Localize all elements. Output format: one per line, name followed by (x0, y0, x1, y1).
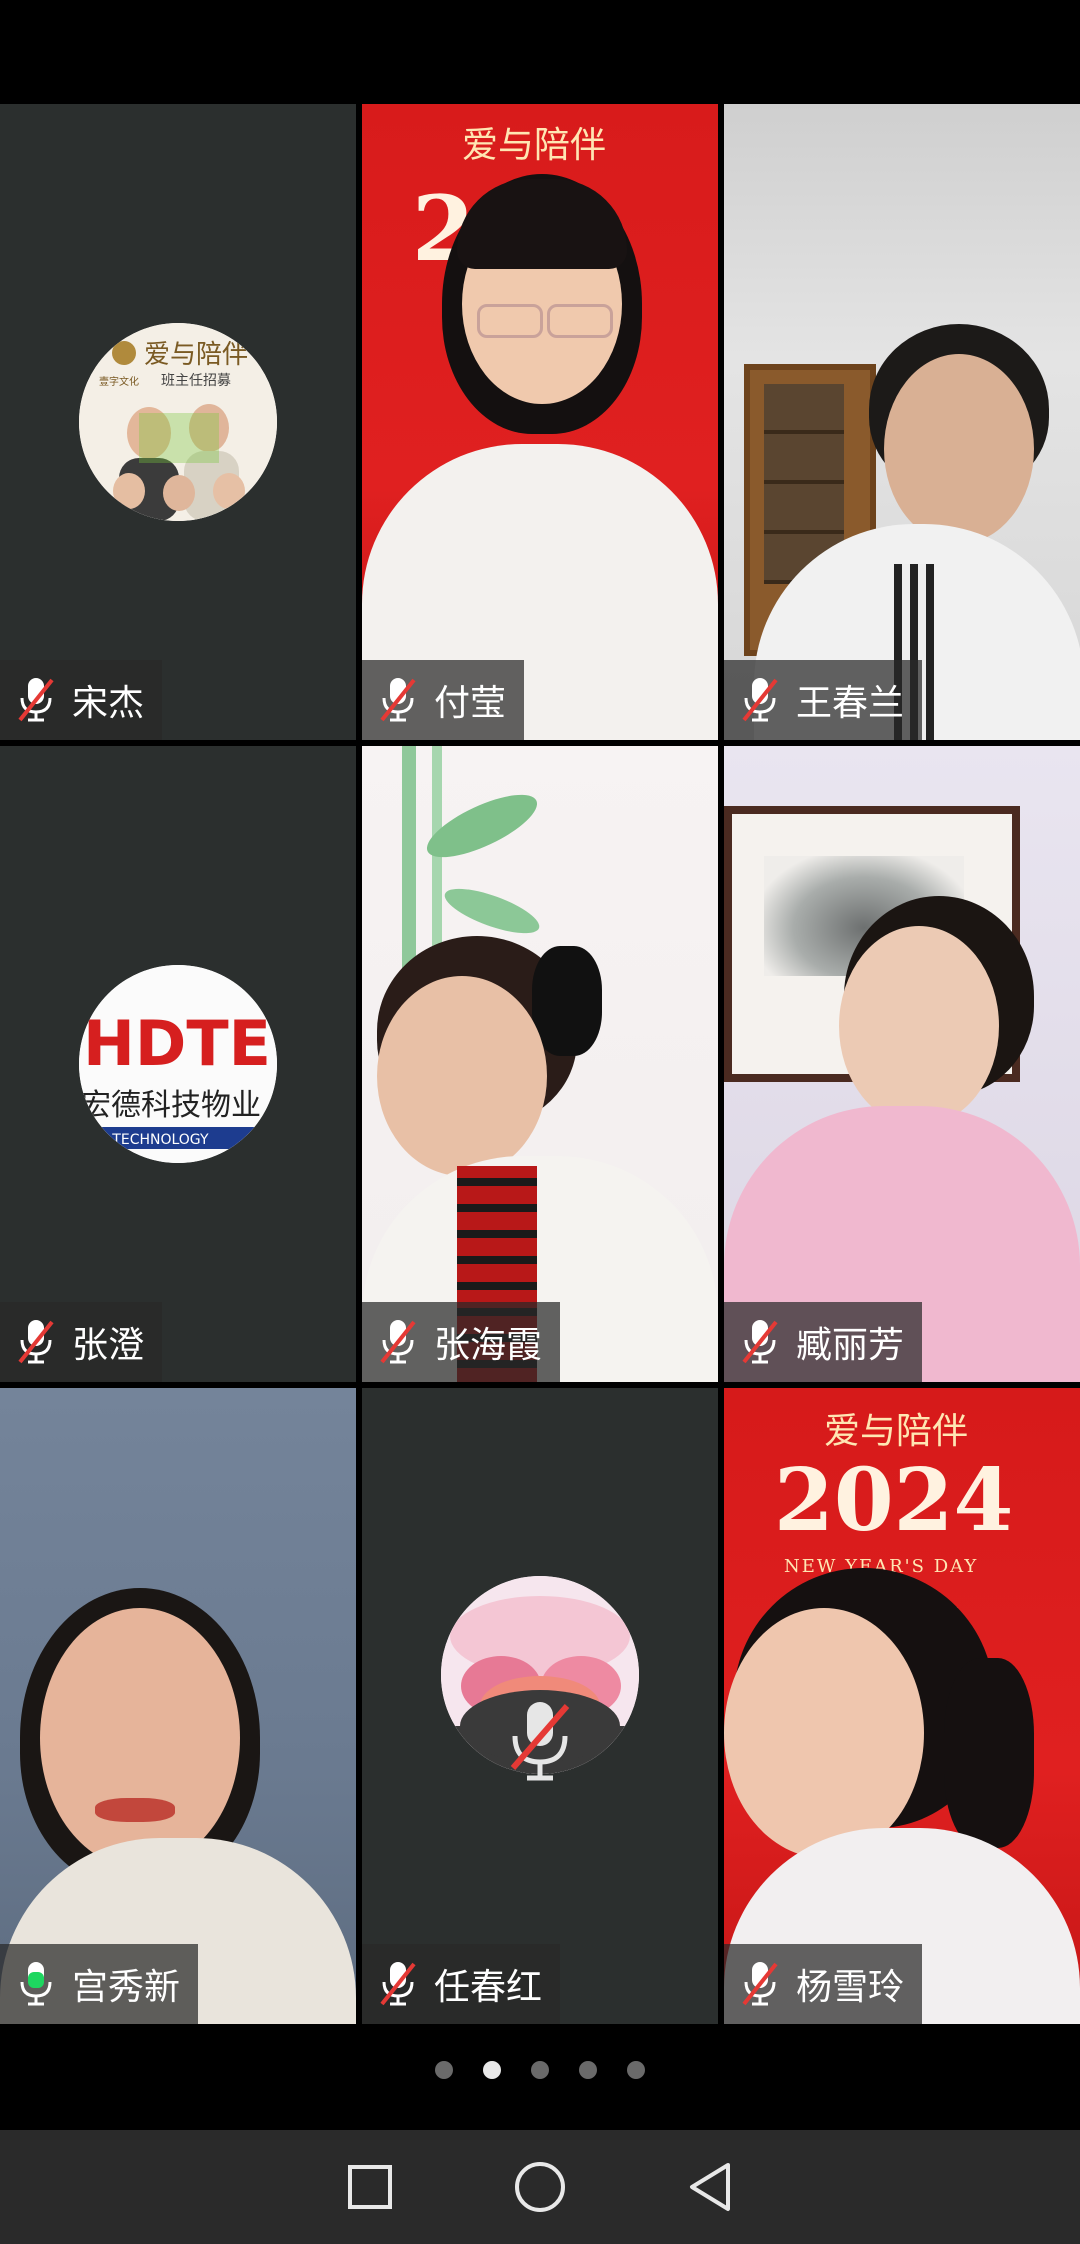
video-feed: 爱与陪伴 20 (362, 104, 718, 740)
participant-name-tag: 宋杰 (0, 660, 163, 740)
banner-title-text: 爱与陪伴 (462, 125, 607, 166)
video-feed (724, 104, 1080, 740)
video-feed (362, 746, 718, 1382)
participant-tile[interactable]: 爱与陪伴 20 付莹 (362, 104, 718, 740)
participant-name: 付莹 (434, 683, 507, 724)
video-feed: 爱与陪伴 2024 NEW YEAR'S DAY 相伴 (724, 1388, 1080, 2024)
video-feed (0, 1388, 356, 2024)
company-name-text: 宏德科技物业 (81, 1088, 261, 1123)
participant-name: 宋杰 (72, 683, 145, 724)
company-sub-text: E TECHNOLOGY (99, 1132, 209, 1148)
participant-avatar: HDTE 宏德科技物业 E TECHNOLOGY (79, 965, 277, 1163)
participant-name: 王春兰 (796, 683, 905, 724)
page-dot[interactable] (531, 2061, 549, 2079)
system-navigation-bar (0, 2130, 1080, 2244)
participant-name: 任春红 (434, 1967, 543, 2008)
participant-name-tag: 张海霞 (362, 1302, 561, 1382)
participant-tile[interactable]: 张海霞 (362, 746, 718, 1382)
mic-muted-icon (510, 1702, 570, 1781)
recent-apps-button[interactable] (340, 2157, 400, 2217)
triangle-back-icon (690, 2163, 730, 2211)
participant-name-tag: 王春兰 (724, 660, 923, 740)
mic-muted-icon (380, 678, 416, 722)
home-button[interactable] (510, 2157, 570, 2217)
avatar-title-text: 爱与陪伴 (144, 340, 248, 370)
participant-name-tag: 付莹 (362, 660, 525, 740)
participant-tile-active-speaker[interactable]: 宫秀新 (0, 1388, 356, 2024)
participant-name: 张澄 (72, 1325, 145, 1366)
participant-tile[interactable]: 臧丽芳 (724, 746, 1080, 1382)
participant-name: 宫秀新 (72, 1967, 181, 2008)
back-button[interactable] (680, 2157, 740, 2217)
mic-muted-icon (380, 1962, 416, 2006)
participant-name: 杨雪玲 (796, 1967, 905, 2008)
participant-tile[interactable]: 爱与陪伴 班主任招募 壹字文化 宋杰 (0, 104, 356, 740)
participant-tile[interactable]: 王春兰 (724, 104, 1080, 740)
banner-year-text: 2024 (774, 1450, 1014, 1551)
participant-tile[interactable]: 任春红 (362, 1388, 718, 2024)
mic-muted-icon (742, 1320, 778, 1364)
page-dot[interactable] (435, 2061, 453, 2079)
mic-muted-icon (742, 678, 778, 722)
participant-name-tag: 任春红 (362, 1944, 561, 2024)
participant-name: 臧丽芳 (796, 1325, 905, 1366)
video-grid: 爱与陪伴 班主任招募 壹字文化 宋杰 爱与陪伴 付莹 王春兰 HDTE 宏德科技… (0, 104, 1080, 2024)
participant-tile[interactable]: HDTE 宏德科技物业 E TECHNOLOGY 张澄 (0, 746, 356, 1382)
participant-name-tag: 臧丽芳 (724, 1302, 923, 1382)
avatar-brand-text: 壹字文化 (99, 375, 139, 388)
square-icon (348, 2165, 392, 2209)
participant-avatar: 爱与陪伴 班主任招募 壹字文化 (79, 323, 277, 521)
mic-muted-icon (18, 1320, 54, 1364)
mic-muted-icon (742, 1962, 778, 2006)
page-dot[interactable] (579, 2061, 597, 2079)
mic-on-icon (20, 1962, 52, 2006)
page-dot[interactable] (627, 2061, 645, 2079)
banner-title-text: 爱与陪伴 (824, 1411, 969, 1452)
page-dot-current[interactable] (483, 2061, 501, 2079)
participant-name-tag: 杨雪玲 (724, 1944, 923, 2024)
participant-name-tag: 宫秀新 (0, 1944, 199, 2024)
page-indicator[interactable] (0, 2050, 1080, 2090)
participant-name-tag: 张澄 (0, 1302, 163, 1382)
participant-name: 张海霞 (434, 1325, 543, 1366)
avatar-subtitle-text: 班主任招募 (161, 373, 231, 389)
participant-tile[interactable]: 爱与陪伴 2024 NEW YEAR'S DAY 相伴 杨雪玲 (724, 1388, 1080, 2024)
mic-muted-icon (18, 678, 54, 722)
status-bar (0, 0, 1080, 104)
circle-icon (515, 2162, 565, 2212)
mic-muted-icon (380, 1320, 416, 1364)
video-feed (724, 746, 1080, 1382)
